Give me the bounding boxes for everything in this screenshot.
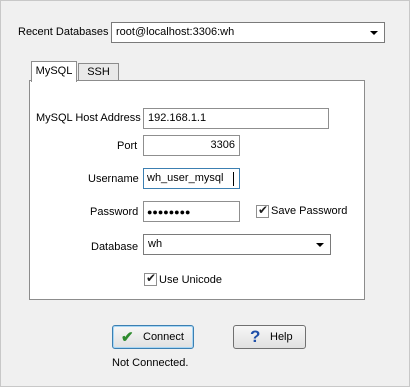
host-label: MySQL Host Address (36, 112, 141, 124)
username-label: Username (88, 173, 139, 185)
port-value: 3306 (210, 139, 235, 151)
username-value: wh_user_mysql (147, 172, 224, 184)
chevron-down-icon[interactable] (316, 243, 324, 247)
save-password-checkbox[interactable]: ✔ (256, 203, 269, 218)
password-label: Password (90, 206, 139, 218)
port-input[interactable]: 3306 (143, 135, 240, 156)
use-unicode-checkbox[interactable]: ✔ (144, 271, 157, 286)
chevron-down-icon[interactable] (370, 31, 378, 35)
connect-button-label: Connect (143, 331, 184, 343)
password-value: ●●●●●●●● (147, 207, 191, 217)
use-unicode-label[interactable]: Use Unicode (159, 274, 222, 286)
database-dropdown[interactable]: wh (143, 234, 331, 255)
tab-mysql-label: MySQL (35, 65, 73, 77)
tab-mysql[interactable]: MySQL (31, 61, 77, 82)
tab-ssh[interactable]: SSH (78, 63, 119, 80)
tab-ssh-label: SSH (87, 66, 110, 78)
question-mark-icon: ? (250, 327, 261, 346)
save-password-label[interactable]: Save Password (271, 205, 347, 217)
database-value: wh (148, 238, 163, 250)
database-label: Database (91, 241, 139, 253)
connect-button[interactable]: ✔ Connect (112, 325, 194, 349)
help-button[interactable]: ? Help (233, 325, 306, 349)
recent-databases-dropdown[interactable]: root@localhost:3306:wh (111, 22, 385, 43)
host-input[interactable]: 192.168.1.1 (143, 108, 329, 129)
text-cursor (233, 172, 234, 186)
checkmark-icon: ✔ (258, 203, 269, 217)
recent-databases-value: root@localhost:3306:wh (116, 26, 235, 38)
help-button-label: Help (270, 331, 293, 343)
password-input[interactable]: ●●●●●●●● (143, 201, 240, 222)
recent-databases-label: Recent Databases (18, 26, 109, 38)
checkmark-icon: ✔ (146, 271, 157, 285)
username-input[interactable]: wh_user_mysql (143, 168, 240, 189)
checkmark-icon: ✔ (121, 329, 134, 346)
port-label: Port (117, 140, 138, 152)
host-value: 192.168.1.1 (148, 112, 207, 124)
connection-status: Not Connected. (112, 357, 189, 369)
